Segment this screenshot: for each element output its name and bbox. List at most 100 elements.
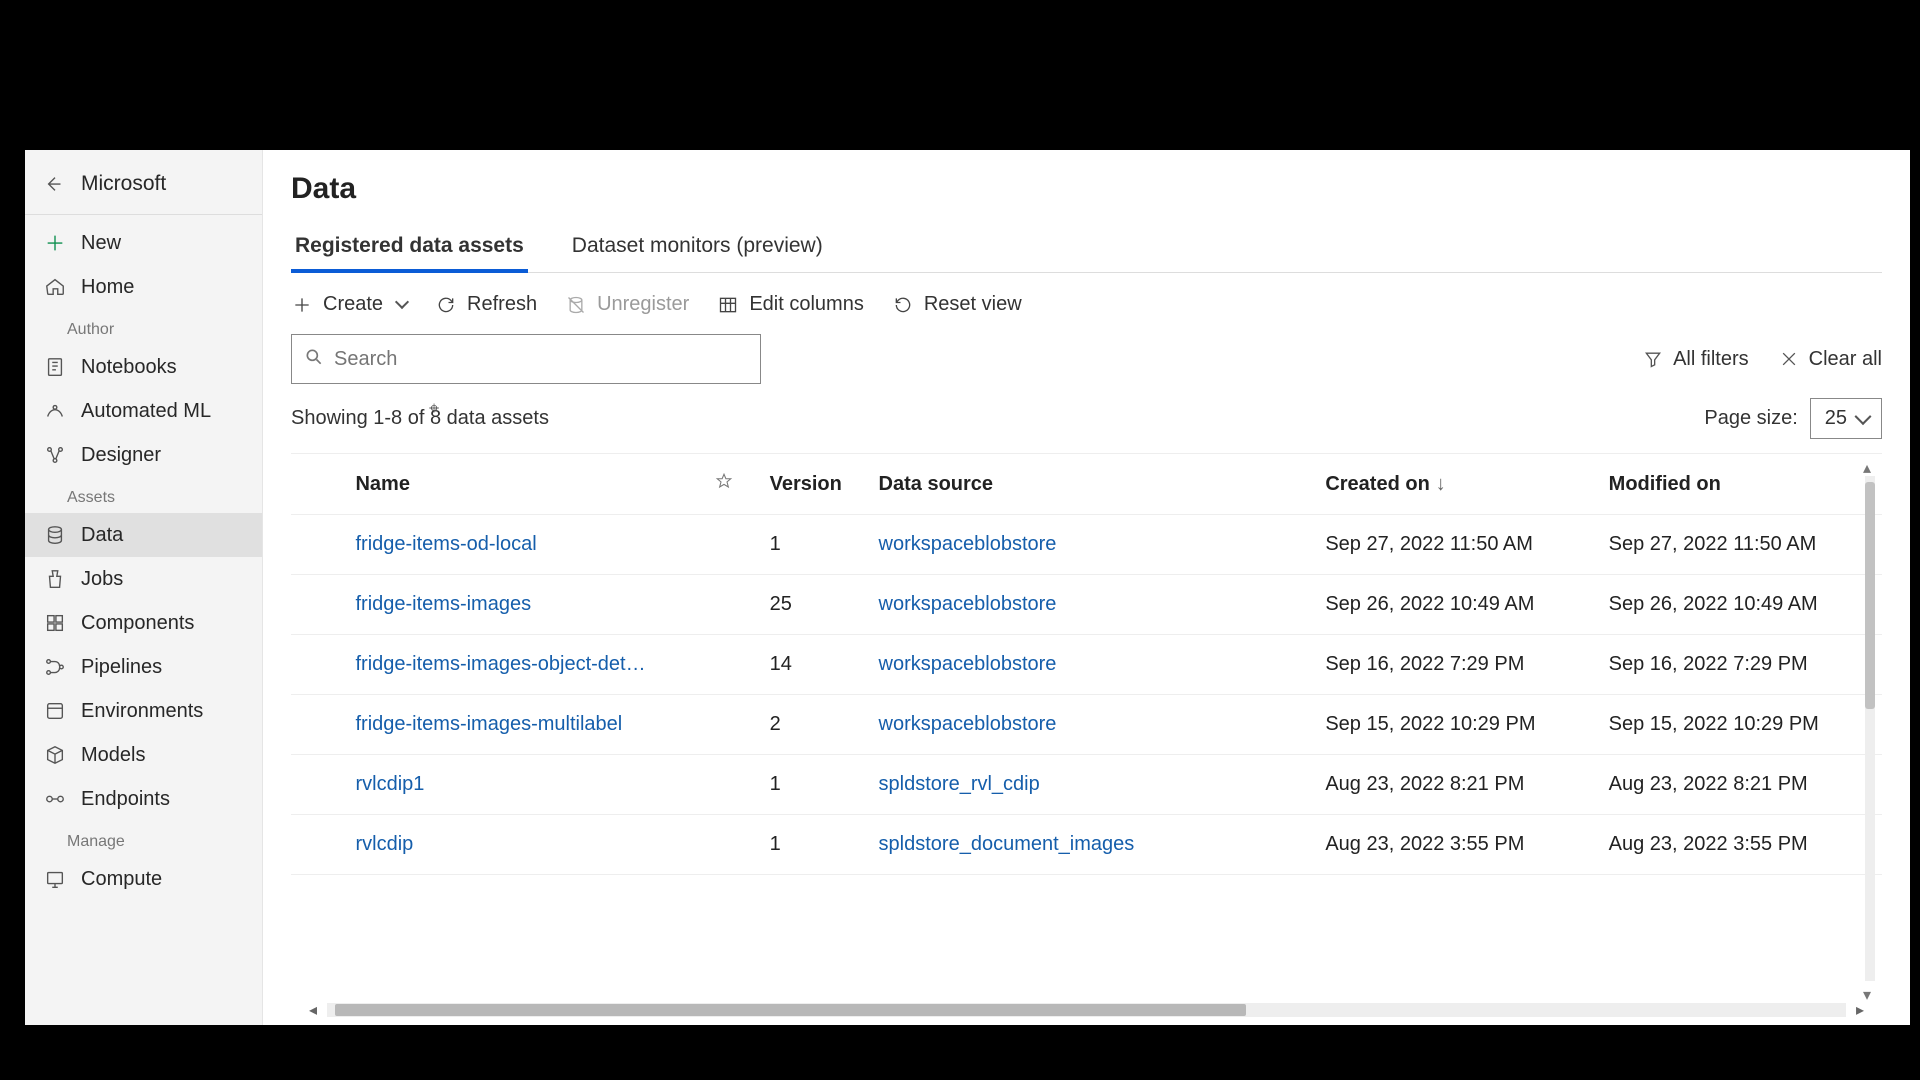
sidebar-item-label: Environments (81, 700, 203, 723)
col-checkbox[interactable] (291, 454, 345, 515)
sidebar-item-environments[interactable]: Environments (25, 689, 262, 733)
row-modified: Aug 23, 2022 3:55 PM (1599, 815, 1882, 875)
sidebar-item-pipelines[interactable]: Pipelines (25, 645, 262, 689)
row-checkbox[interactable] (291, 755, 345, 815)
close-icon (1779, 349, 1799, 369)
col-version[interactable]: Version (760, 454, 869, 515)
data-source-link[interactable]: spldstore_document_images (879, 833, 1135, 855)
sidebar-home-label: Home (81, 276, 134, 299)
data-source-link[interactable]: spldstore_rvl_cdip (879, 773, 1040, 795)
sidebar-item-designer[interactable]: Designer (25, 433, 262, 477)
asset-name-link[interactable]: rvlcdip1 (355, 773, 424, 795)
data-source-link[interactable]: workspaceblobstore (879, 593, 1057, 615)
row-created: Sep 27, 2022 11:50 AM (1315, 515, 1598, 575)
scroll-up-icon[interactable]: ▴ (1863, 458, 1877, 472)
data-source-link[interactable]: workspaceblobstore (879, 713, 1057, 735)
divider (25, 214, 262, 215)
row-star[interactable] (705, 755, 759, 815)
tab-dataset-monitors[interactable]: Dataset monitors (preview) (568, 224, 827, 272)
row-version: 14 (760, 635, 869, 695)
table-row[interactable]: rvlcdip11spldstore_rvl_cdipAug 23, 2022 … (291, 755, 1882, 815)
row-star[interactable] (705, 635, 759, 695)
sidebar-item-endpoints[interactable]: Endpoints (25, 777, 262, 821)
search-input[interactable] (334, 348, 748, 371)
table-row[interactable]: fridge-items-images-multilabel2workspace… (291, 695, 1882, 755)
asset-name-link[interactable]: fridge-items-images-multilabel (355, 713, 622, 735)
asset-name-link[interactable]: fridge-items-od-local (355, 533, 536, 555)
clear-all-label: Clear all (1809, 348, 1882, 371)
scroll-down-icon[interactable]: ▾ (1863, 985, 1877, 999)
star-icon (715, 473, 733, 495)
horizontal-scrollbar[interactable]: ◂ ▸ (305, 1001, 1868, 1019)
all-filters-button[interactable]: All filters (1643, 348, 1749, 371)
scroll-left-icon[interactable]: ◂ (305, 1002, 321, 1018)
scroll-right-icon[interactable]: ▸ (1852, 1002, 1868, 1018)
row-checkbox[interactable] (291, 575, 345, 635)
sidebar-item-label: Models (81, 744, 145, 767)
row-star[interactable] (705, 575, 759, 635)
data-source-link[interactable]: workspaceblobstore (879, 533, 1057, 555)
sidebar-item-models[interactable]: Models (25, 733, 262, 777)
refresh-button[interactable]: Refresh (435, 293, 537, 316)
sidebar-item-notebooks[interactable]: Notebooks (25, 345, 262, 389)
sidebar-item-jobs[interactable]: Jobs (25, 557, 262, 601)
sidebar-item-automl[interactable]: Automated ML (25, 389, 262, 433)
asset-name-link[interactable]: fridge-items-images-object-det… (355, 653, 645, 675)
plus-icon (291, 294, 313, 316)
meta-row: Showing 1-8 of 8 data assets Page size: … (291, 398, 1882, 439)
col-name[interactable]: Name (345, 454, 705, 515)
create-button[interactable]: Create (291, 293, 407, 316)
data-table: Name Version Data source Created on↓ Mod… (291, 454, 1882, 875)
vscroll-thumb[interactable] (1865, 482, 1875, 709)
search-box[interactable] (291, 334, 761, 384)
col-star[interactable] (705, 454, 759, 515)
row-modified: Sep 27, 2022 11:50 AM (1599, 515, 1882, 575)
data-source-link[interactable]: workspaceblobstore (879, 653, 1057, 675)
plus-icon (43, 231, 67, 255)
hscroll-track[interactable] (327, 1003, 1846, 1017)
col-modified-on[interactable]: Modified on (1599, 454, 1882, 515)
brand-back[interactable]: Microsoft (25, 158, 262, 214)
page-size-label: Page size: (1704, 407, 1797, 430)
row-star[interactable] (705, 815, 759, 875)
back-icon (43, 172, 67, 196)
home-icon (43, 275, 67, 299)
tab-registered[interactable]: Registered data assets (291, 224, 528, 272)
row-checkbox[interactable] (291, 515, 345, 575)
compute-icon (43, 867, 67, 891)
asset-name-link[interactable]: fridge-items-images (355, 593, 531, 615)
row-version: 1 (760, 815, 869, 875)
sidebar-item-compute[interactable]: Compute (25, 857, 262, 901)
table-row[interactable]: fridge-items-od-local1workspaceblobstore… (291, 515, 1882, 575)
sidebar-home[interactable]: Home (25, 265, 262, 309)
row-star[interactable] (705, 515, 759, 575)
row-modified: Sep 26, 2022 10:49 AM (1599, 575, 1882, 635)
toolbar: Create Refresh Unregister Edit columns (291, 293, 1882, 316)
table-row[interactable]: rvlcdip 1 spldstore_document_images Aug 23,… (291, 815, 1882, 875)
clear-all-button[interactable]: Clear all (1779, 348, 1882, 371)
row-checkbox[interactable] (291, 815, 345, 875)
filter-actions: All filters Clear all (1643, 348, 1882, 371)
table-row[interactable]: fridge-items-images25workspaceblobstoreS… (291, 575, 1882, 635)
row-star[interactable] (705, 695, 759, 755)
edit-columns-button[interactable]: Edit columns (717, 293, 864, 316)
asset-name-link[interactable]: rvlcdip (355, 833, 413, 855)
row-created: Sep 15, 2022 10:29 PM (1315, 695, 1598, 755)
col-data-source[interactable]: Data source (869, 454, 1316, 515)
sidebar-new[interactable]: New (25, 221, 262, 265)
row-created: Aug 23, 2022 8:21 PM (1315, 755, 1598, 815)
sidebar-item-components[interactable]: Components (25, 601, 262, 645)
reset-view-button[interactable]: Reset view (892, 293, 1022, 316)
table-row[interactable]: fridge-items-images-object-det… 14 workspa… (291, 635, 1882, 695)
chevron-down-icon (395, 294, 409, 308)
hscroll-thumb[interactable] (335, 1004, 1246, 1016)
page-size-select[interactable]: 25 (1810, 398, 1882, 439)
unregister-icon (565, 294, 587, 316)
row-checkbox[interactable] (291, 695, 345, 755)
vertical-scrollbar[interactable]: ▴ ▾ (1862, 458, 1878, 999)
unregister-button: Unregister (565, 293, 689, 316)
sidebar-item-data[interactable]: Data (25, 513, 262, 557)
col-created-on[interactable]: Created on↓ (1315, 454, 1598, 515)
vscroll-track[interactable] (1865, 476, 1875, 981)
row-checkbox[interactable] (291, 635, 345, 695)
